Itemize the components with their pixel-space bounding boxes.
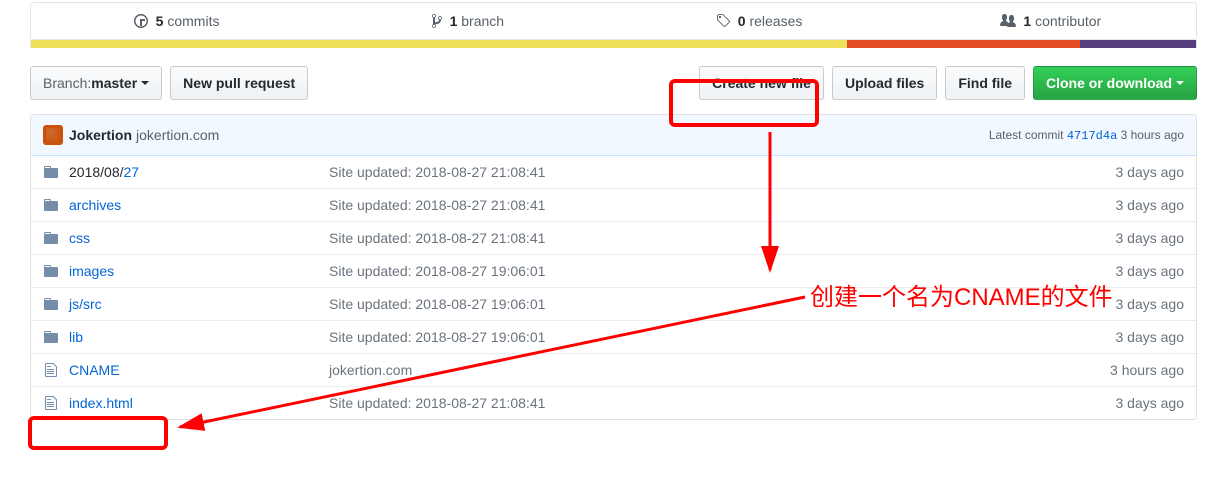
commits-label: commits (167, 13, 219, 29)
branches-label: branch (461, 13, 504, 29)
file-row: CNAME jokertion.com3 hours ago (31, 353, 1196, 386)
folder-icon (43, 164, 59, 180)
commits-stat[interactable]: 5 commits (31, 3, 322, 39)
lang-seg-1 (31, 40, 847, 48)
file-commit-msg[interactable]: Site updated: 2018-08-27 21:08:41 (329, 197, 1064, 213)
commit-sha[interactable]: 4717d4a (1067, 129, 1117, 143)
commit-message[interactable]: jokertion.com (136, 127, 219, 143)
latest-commit-label: Latest commit (989, 128, 1067, 142)
folder-icon (43, 197, 59, 213)
branch-icon (432, 13, 442, 29)
folder-icon (43, 329, 59, 345)
create-new-file-button[interactable]: Create new file (699, 66, 824, 100)
file-name: CNAME (69, 362, 329, 378)
branches-stat[interactable]: 1 branch (322, 3, 613, 39)
file-row: css Site updated: 2018-08-27 21:08:413 da… (31, 221, 1196, 254)
new-pull-request-button[interactable]: New pull request (170, 66, 308, 100)
lang-seg-3 (1080, 40, 1197, 48)
file-commit-msg[interactable]: Site updated: 2018-08-27 21:08:41 (329, 395, 1064, 411)
file-age: 3 days ago (1064, 329, 1184, 345)
file-link[interactable]: 27 (124, 164, 140, 180)
file-link[interactable]: lib (69, 329, 83, 345)
file-name: lib (69, 329, 329, 345)
folder-icon (43, 296, 59, 312)
file-link[interactable]: index.html (69, 395, 133, 411)
file-row: 2018/08/27Site updated: 2018-08-27 21:08… (31, 156, 1196, 188)
commit-meta: Latest commit 4717d4a 3 hours ago (989, 128, 1184, 143)
file-commit-msg[interactable]: Site updated: 2018-08-27 19:06:01 (329, 329, 1064, 345)
file-toolbar: Branch: master New pull request Create n… (30, 66, 1197, 100)
file-age: 3 days ago (1064, 230, 1184, 246)
releases-stat[interactable]: 0 releases (614, 3, 905, 39)
contributors-stat[interactable]: 1 contributor (905, 3, 1196, 39)
branch-name: master (91, 73, 137, 93)
commits-count: 5 (156, 13, 164, 29)
file-age: 3 days ago (1064, 395, 1184, 411)
find-file-button[interactable]: Find file (945, 66, 1025, 100)
file-name: css (69, 230, 329, 246)
caret-down-icon (141, 81, 149, 89)
language-bar[interactable] (30, 40, 1197, 48)
file-commit-msg[interactable]: Site updated: 2018-08-27 21:08:41 (329, 164, 1064, 180)
folder-icon (43, 230, 59, 246)
tag-icon (716, 13, 730, 29)
file-icon (43, 395, 59, 411)
releases-count: 0 (738, 13, 746, 29)
file-age: 3 days ago (1064, 164, 1184, 180)
file-name: images (69, 263, 329, 279)
file-row: index.html Site updated: 2018-08-27 21:08… (31, 386, 1196, 419)
releases-label: releases (749, 13, 802, 29)
file-commit-msg[interactable]: Site updated: 2018-08-27 21:08:41 (329, 230, 1064, 246)
commit-when: 3 hours ago (1117, 128, 1184, 142)
file-age: 3 days ago (1064, 197, 1184, 213)
people-icon (1000, 13, 1016, 29)
file-name: 2018/08/27 (69, 164, 329, 180)
file-name: archives (69, 197, 329, 213)
latest-commit-bar: Jokertion jokertion.com Latest commit 47… (31, 115, 1196, 156)
clone-label: Clone or download (1046, 73, 1172, 93)
lang-seg-2 (847, 40, 1080, 48)
contributors-label: contributor (1035, 13, 1101, 29)
file-name: js/src (69, 296, 329, 312)
file-row: archives Site updated: 2018-08-27 21:08:4… (31, 188, 1196, 221)
caret-down-icon (1176, 81, 1184, 89)
branch-label: Branch: (43, 73, 91, 93)
annotation-text: 创建一个名为CNAME的文件 (810, 277, 1113, 312)
folder-icon (43, 263, 59, 279)
clone-download-button[interactable]: Clone or download (1033, 66, 1197, 100)
annotation-box-cname (28, 416, 168, 450)
branches-count: 1 (450, 13, 458, 29)
file-name: index.html (69, 395, 329, 411)
file-row: lib Site updated: 2018-08-27 19:06:013 da… (31, 320, 1196, 353)
contributors-count: 1 (1023, 13, 1031, 29)
repo-stats: 5 commits 1 branch 0 releases 1 contribu… (30, 2, 1197, 40)
file-link[interactable]: CNAME (69, 362, 120, 378)
file-list-box: Jokertion jokertion.com Latest commit 47… (30, 114, 1197, 420)
file-link[interactable]: js/src (69, 296, 102, 312)
branch-select[interactable]: Branch: master (30, 66, 162, 100)
upload-files-button[interactable]: Upload files (832, 66, 937, 100)
avatar[interactable] (43, 125, 63, 145)
file-commit-msg[interactable]: jokertion.com (329, 362, 1064, 378)
file-link[interactable]: images (69, 263, 114, 279)
commit-author[interactable]: Jokertion (69, 127, 132, 143)
history-icon (134, 13, 148, 29)
file-link[interactable]: archives (69, 197, 121, 213)
file-age: 3 hours ago (1064, 362, 1184, 378)
file-link[interactable]: css (69, 230, 90, 246)
file-icon (43, 362, 59, 378)
